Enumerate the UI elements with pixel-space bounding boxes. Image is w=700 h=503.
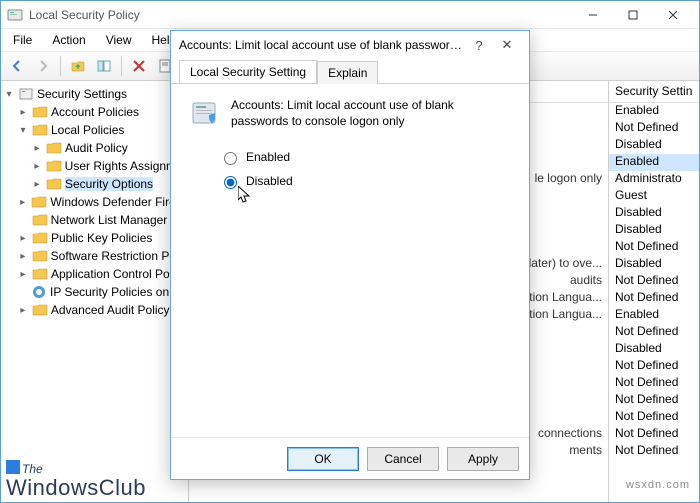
value-cell[interactable]: Not Defined — [609, 358, 699, 375]
titlebar: Local Security Policy — [1, 1, 699, 29]
forward-button[interactable] — [31, 54, 55, 78]
tree-account-policies[interactable]: ▸Account Policies — [1, 103, 188, 121]
tree-application-control[interactable]: ▸Application Control Polici — [1, 265, 188, 283]
apply-button[interactable]: Apply — [447, 447, 519, 471]
value-cell[interactable]: Not Defined — [609, 392, 699, 409]
maximize-button[interactable] — [613, 4, 653, 26]
dialog-title: Accounts: Limit local account use of bla… — [179, 38, 465, 52]
dialog-titlebar[interactable]: Accounts: Limit local account use of bla… — [171, 31, 529, 59]
up-button[interactable] — [66, 54, 90, 78]
tree-audit-policy[interactable]: ▸Audit Policy — [1, 139, 188, 157]
tab-explain[interactable]: Explain — [317, 61, 378, 84]
value-cell[interactable]: Administrato — [609, 171, 699, 188]
value-cell[interactable]: Enabled — [609, 154, 699, 171]
tree-public-key[interactable]: ▸Public Key Policies — [1, 229, 188, 247]
tree-local-policies[interactable]: ▾Local Policies — [1, 121, 188, 139]
menu-action[interactable]: Action — [44, 31, 93, 49]
tree-windows-defender[interactable]: ▸Windows Defender Firewal — [1, 193, 188, 211]
value-cell[interactable]: Not Defined — [609, 290, 699, 307]
value-cell[interactable]: Disabled — [609, 222, 699, 239]
value-cell[interactable]: Not Defined — [609, 239, 699, 256]
tree-security-options[interactable]: ▸Security Options — [1, 175, 188, 193]
tree-software-restriction[interactable]: ▸Software Restriction Polici — [1, 247, 188, 265]
policy-icon — [189, 97, 221, 129]
menu-file[interactable]: File — [5, 31, 40, 49]
nav-tree[interactable]: ▾Security Settings ▸Account Policies ▾Lo… — [1, 81, 189, 502]
tree-ip-security[interactable]: IP Security Policies on Loca — [1, 283, 188, 301]
menu-view[interactable]: View — [98, 31, 140, 49]
value-cell[interactable]: Disabled — [609, 341, 699, 358]
tab-local-security[interactable]: Local Security Setting — [179, 60, 317, 83]
value-cell[interactable]: Not Defined — [609, 375, 699, 392]
ok-button[interactable]: OK — [287, 447, 359, 471]
app-icon — [7, 7, 23, 23]
radio-enabled[interactable]: Enabled — [219, 149, 511, 165]
delete-button[interactable] — [127, 54, 151, 78]
tree-root[interactable]: ▾Security Settings — [1, 85, 188, 103]
value-cell[interactable]: Not Defined — [609, 426, 699, 443]
column-value[interactable]: Security Settin — [609, 81, 699, 103]
radio-disabled[interactable]: Disabled — [219, 173, 511, 189]
value-cell[interactable]: Enabled — [609, 307, 699, 324]
value-cell[interactable]: Not Defined — [609, 409, 699, 426]
minimize-button[interactable] — [573, 4, 613, 26]
value-cell[interactable]: Not Defined — [609, 443, 699, 460]
close-button[interactable] — [653, 4, 693, 26]
window-title: Local Security Policy — [29, 8, 573, 22]
dialog-help-button[interactable]: ? — [465, 38, 493, 53]
tree-user-rights[interactable]: ▸User Rights Assignmen — [1, 157, 188, 175]
watermark-url: wsxdn.com — [626, 479, 690, 491]
value-cell[interactable]: Enabled — [609, 103, 699, 120]
value-cell[interactable]: Guest — [609, 188, 699, 205]
cancel-button[interactable]: Cancel — [367, 447, 439, 471]
radio-enabled-input[interactable] — [224, 152, 237, 165]
value-cell[interactable]: Not Defined — [609, 120, 699, 137]
properties-dialog: Accounts: Limit local account use of bla… — [170, 30, 530, 480]
tree-advanced-audit[interactable]: ▸Advanced Audit Policy Co — [1, 301, 188, 319]
show-hide-button[interactable] — [92, 54, 116, 78]
policy-description: Accounts: Limit local account use of bla… — [231, 97, 511, 129]
radio-disabled-input[interactable] — [224, 176, 237, 189]
dialog-tabs: Local Security Setting Explain — [171, 60, 529, 84]
value-cell[interactable]: Disabled — [609, 256, 699, 273]
dialog-close-button[interactable]: ✕ — [493, 37, 521, 53]
value-cell[interactable]: Not Defined — [609, 273, 699, 290]
tree-network-list[interactable]: Network List Manager Poli — [1, 211, 188, 229]
value-cell[interactable]: Disabled — [609, 205, 699, 222]
watermark: The WindowsClub — [6, 457, 146, 499]
back-button[interactable] — [5, 54, 29, 78]
value-cell[interactable]: Not Defined — [609, 324, 699, 341]
value-cell[interactable]: Disabled — [609, 137, 699, 154]
